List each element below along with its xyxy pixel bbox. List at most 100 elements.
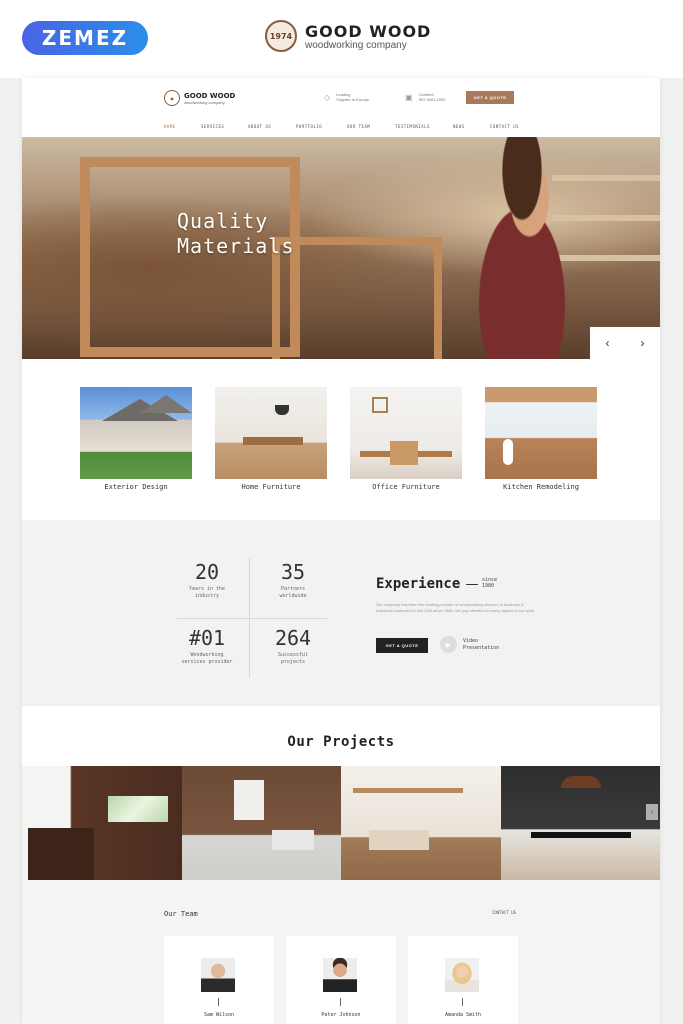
stat-number: #01: [188, 626, 226, 650]
member-divider: [340, 998, 341, 1006]
team-member-card[interactable]: Peter Johnson: [286, 936, 396, 1024]
info-certified-line2: ISO 9001:2000: [418, 97, 446, 102]
stats-section: 20 Years in the industry 35 Partners wor…: [22, 520, 660, 706]
brand-tagline: woodworking company: [305, 39, 407, 51]
nav-portfolio[interactable]: PORTFOLIO: [296, 124, 322, 129]
hero-slider: Quality Materials ‹ ›: [22, 137, 660, 359]
video-presentation-link[interactable]: ▶ Video Presentation: [440, 636, 499, 653]
stat-caption: Woodworking services provider: [167, 652, 247, 666]
info-leading: ◇ Leading Supplier in Europe: [324, 92, 369, 102]
stat-caption-line1: Successful: [277, 652, 309, 658]
member-name: Amanda Smith: [444, 1012, 482, 1018]
service-label: Home Furniture: [241, 483, 301, 491]
nav-about-us[interactable]: ABOUT US: [248, 124, 271, 129]
projects-gallery: ›: [22, 766, 660, 880]
member-name: Sam Wilson: [203, 1012, 235, 1018]
team-member-card[interactable]: Sam Wilson: [164, 936, 274, 1024]
chevron-left-icon[interactable]: ‹: [590, 327, 625, 359]
service-card[interactable]: Office Furniture: [350, 387, 462, 491]
projects-title: Our Projects: [287, 734, 395, 750]
stat-caption-line2: industry: [194, 593, 220, 599]
stat-caption-line1: Years in the: [188, 586, 226, 592]
nav-contact-us[interactable]: CONTACT US: [490, 124, 519, 129]
member-divider: [218, 998, 219, 1006]
avatar: [323, 958, 357, 992]
stat-partners: 35 Partners worldwide: [253, 560, 333, 600]
contact-us-link[interactable]: CONTACT US: [492, 910, 516, 915]
info-leading-line2: Supplier in Europe: [336, 97, 370, 102]
experience-dash: [466, 584, 478, 585]
site-logo[interactable]: ◉ GOOD WOOD woodworking company: [164, 90, 235, 106]
stat-number: 264: [274, 626, 312, 650]
service-label: Exterior Design: [104, 483, 168, 491]
service-card[interactable]: Home Furniture: [215, 387, 327, 491]
nav-home[interactable]: HOME: [164, 124, 176, 129]
brand-badge-icon: 1974: [265, 20, 297, 52]
project-image-living-room[interactable]: [341, 766, 501, 880]
play-icon[interactable]: ▶: [440, 636, 457, 653]
nav-our-team[interactable]: OUR TEAM: [347, 124, 370, 129]
nav-news[interactable]: NEWS: [453, 124, 465, 129]
project-image-dining[interactable]: [500, 766, 660, 880]
project-image-kitchen[interactable]: [22, 766, 182, 880]
get-quote-button[interactable]: GET A QUOTE: [466, 91, 514, 104]
video-label: Video Presentation: [463, 638, 499, 652]
stat-caption-line2: projects: [280, 659, 306, 665]
team-title: Our Team: [164, 910, 198, 918]
service-card[interactable]: Exterior Design: [80, 387, 192, 491]
craftsman-image: [447, 137, 597, 359]
site-logo-tagline: woodworking company: [184, 99, 225, 105]
hero-title-line2: Materials: [177, 234, 295, 258]
stat-number: 20: [194, 560, 220, 584]
service-label: Kitchen Remodeling: [503, 483, 579, 491]
site-logo-name: GOOD WOOD: [184, 91, 236, 100]
get-quote-button[interactable]: GET A QUOTE: [376, 638, 428, 653]
avatar: [445, 958, 479, 992]
slider-controls: ‹ ›: [590, 327, 660, 359]
chair-frame-image-2: [272, 237, 442, 359]
hero-title-line1: Quality: [177, 209, 269, 233]
chevron-right-icon[interactable]: ›: [646, 804, 658, 820]
nav-testimonials[interactable]: TESTIMONIALS: [395, 124, 430, 129]
experience-since-line2: 1980: [482, 583, 495, 589]
stat-number: 35: [280, 560, 306, 584]
member-divider: [462, 998, 463, 1006]
project-image-office[interactable]: [181, 766, 341, 880]
house-exterior-image: [80, 387, 192, 479]
experience-since: since 1980: [482, 577, 497, 589]
home-furniture-image: [215, 387, 327, 479]
stat-caption-line2: worldwide: [279, 593, 307, 599]
service-card[interactable]: Kitchen Remodeling: [485, 387, 597, 491]
stat-projects: 264 Successful projects: [253, 626, 333, 666]
avatar: [201, 958, 235, 992]
stat-caption-line1: Partners: [280, 586, 306, 592]
chevron-right-icon[interactable]: ›: [625, 327, 660, 359]
service-label: Office Furniture: [372, 483, 440, 491]
experience-title: Experience: [376, 576, 461, 592]
video-label-line1: Video: [463, 637, 479, 644]
info-certified: ▣ Certified ISO 9001:2000: [405, 92, 445, 102]
services-section: Exterior Design Home Furniture Office Fu…: [80, 387, 600, 497]
stats-divider: [177, 618, 327, 619]
nav-services[interactable]: SERVICES: [201, 124, 224, 129]
site-header: ◉ GOOD WOOD woodworking company ◇ Leadin…: [22, 78, 660, 136]
main-nav: HOME SERVICES ABOUT US PORTFOLIO OUR TEA…: [22, 124, 660, 134]
kitchen-remodeling-image: [485, 387, 597, 479]
team-member-card[interactable]: Amanda Smith: [408, 936, 518, 1024]
video-label-line2: Presentation: [463, 644, 500, 651]
stat-caption-line2: services provider: [181, 659, 233, 665]
stat-caption: Partners worldwide: [253, 586, 333, 600]
experience-paragraph: Our company has been the leading provide…: [376, 602, 536, 613]
diamond-icon: ◇: [324, 92, 331, 102]
stat-caption-line1: Woodworking: [190, 652, 224, 658]
hero-title: Quality Materials: [177, 209, 294, 259]
stat-caption: Successful projects: [253, 652, 333, 666]
zemez-logo[interactable]: ZEMEZ: [22, 21, 148, 55]
site-logo-icon: ◉: [164, 90, 180, 106]
top-band: ZEMEZ 1974 GOOD WOOD woodworking company: [0, 0, 683, 78]
stat-years: 20 Years in the industry: [167, 560, 247, 600]
brand-logo[interactable]: 1974 GOOD WOOD woodworking company: [265, 20, 431, 52]
team-section: Our Team CONTACT US Sam Wilson Peter Joh…: [22, 880, 660, 1024]
member-name: Peter Johnson: [321, 1012, 361, 1018]
stat-caption: Years in the industry: [167, 586, 247, 600]
